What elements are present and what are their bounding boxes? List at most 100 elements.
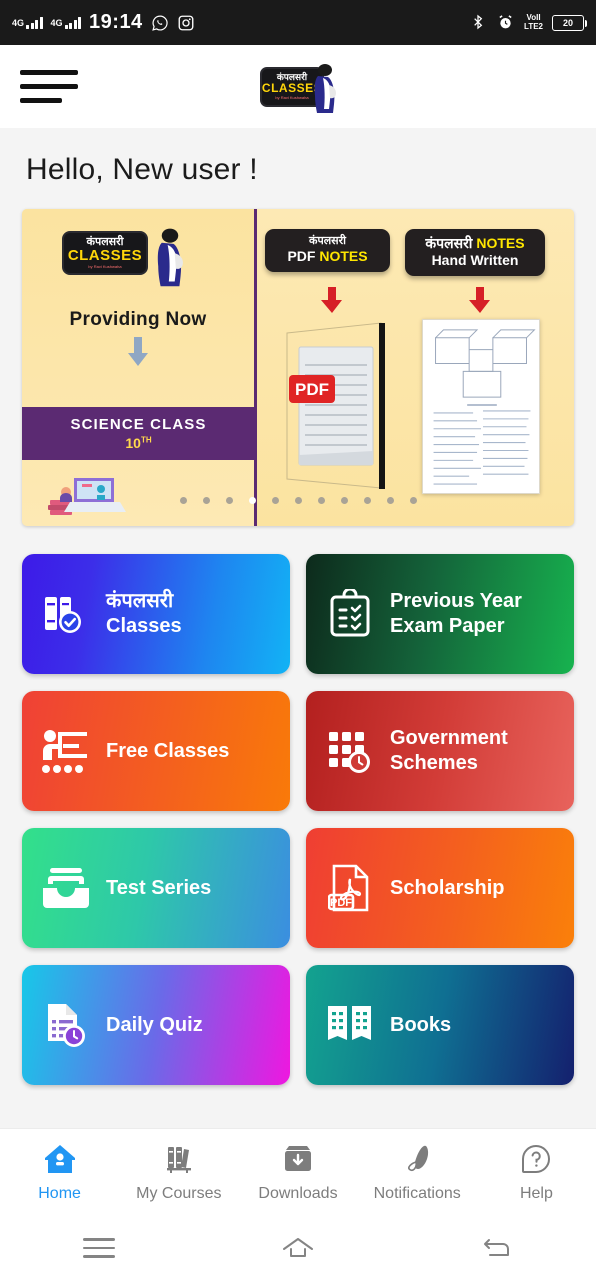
nav-label-help: Help [519,1185,553,1202]
carousel-dot[interactable] [271,497,279,504]
app-logo: कंपलसरी CLASSES by Ravi Kushwaha [252,59,344,115]
download-box-icon [281,1142,315,1181]
back-arrow-icon[interactable] [397,1235,596,1261]
carousel-dot[interactable] [202,497,210,504]
banner-logo-phone-shape: कंपलसरी CLASSES by Ravi Kushwaha [62,231,148,275]
calendar-clock-icon [324,727,376,775]
carousel-dot-active[interactable] [248,497,256,504]
handwritten-notes-image [422,319,540,494]
pdf-notes-badge: कंपलसरी PDF NOTES [265,229,390,272]
carousel-dot[interactable] [317,497,325,504]
hamburger-menu-icon[interactable] [20,70,78,103]
bookshelf-icon [162,1142,196,1181]
card-books[interactable]: Books [306,965,574,1085]
banner-slide-notes[interactable]: कंपलसरी PDF NOTES कंपलसरी NOTES Hand Wri… [257,209,574,526]
status-bar-clock: 19:14 [89,11,143,33]
banner-logo: कंपलसरी CLASSES by Ravi Kushwaha [62,228,184,289]
handwritten-badge-line1: कंपलसरी NOTES [425,235,525,251]
network-type-sim1: 4G [12,18,25,28]
card-label-daily-quiz: Daily Quiz [106,1013,203,1036]
app-header: कंपलसरी CLASSES by Ravi Kushwaha [0,45,596,128]
inbox-tray-icon [40,866,92,910]
signal-indicator-sim2: 4G [51,16,82,29]
card-label-test-series: Test Series [106,876,212,899]
banner-logo-english-text: CLASSES [67,247,143,264]
volte-indicator: VoII LTE2 [524,13,543,31]
banner-logo-person-illustration [157,228,183,287]
card-compulsory-classes[interactable]: कंपलसरी Classes [22,554,290,674]
banner-logo-tagline: by Ravi Kushwaha [88,264,122,269]
card-label-scholarship: Scholarship [390,876,505,899]
carousel-dot[interactable] [409,497,417,504]
banner-band-line1: SCIENCE CLASS [70,416,207,433]
carousel-dot[interactable] [225,497,233,504]
card-scholarship[interactable]: PDF Scholarship [306,828,574,948]
instagram-icon [177,14,195,32]
pdf-file-icon: PDF [324,863,376,913]
promo-banner-carousel[interactable]: कंपलसरी CLASSES by Ravi Kushwaha Providi… [22,209,574,526]
signal-indicator-sim1: 4G [12,16,43,29]
card-test-series[interactable]: Test Series [22,828,290,948]
nav-label-my-courses: My Courses [136,1185,222,1202]
nav-label-notifications: Notifications [373,1185,461,1202]
banner-slide-science-class[interactable]: कंपलसरी CLASSES by Ravi Kushwaha Providi… [22,209,255,526]
card-label-hindi: कंपलसरी [106,590,174,612]
handwritten-notes-badge: कंपलसरी NOTES Hand Written [405,229,545,276]
battery-indicator: 20 [552,14,587,31]
bell-icon [400,1142,434,1181]
question-mark-icon [519,1142,553,1181]
app-screen: 4G 4G 19:14 VoII LTE2 20 कंपलसरी CLASSES… [0,0,596,1280]
books-check-icon [40,589,92,639]
student-laptop-illustration [48,478,126,515]
logo-tagline: by Ravi Kushwaha [275,95,309,100]
nav-label-home: Home [38,1185,81,1202]
card-label-books: Books [390,1013,452,1036]
card-label-previous-year-exam-paper: Previous Year Exam Paper [390,590,522,637]
pdf-document-illustration: PDF [286,322,385,489]
nav-item-notifications[interactable]: Notifications [358,1142,477,1203]
nav-label-downloads: Downloads [258,1185,338,1202]
card-label-government-schemes: Government Schemes [390,727,508,774]
open-book-icon [324,1003,376,1047]
pdf-label: PDF [295,380,329,399]
presentation-teacher-icon [40,728,92,774]
carousel-dot[interactable] [179,497,187,504]
card-daily-quiz[interactable]: Daily Quiz [22,965,290,1085]
nav-item-help[interactable]: Help [477,1142,596,1203]
nav-item-home[interactable]: Home [0,1142,119,1203]
bottom-navigation-bar: Home My Courses Downloads Notifications … [0,1128,596,1216]
pdf-badge-line1: कंपलसरी [309,235,346,247]
home-outline-icon[interactable] [199,1235,398,1261]
red-down-arrow-icon-1 [321,287,342,313]
carousel-dot[interactable] [294,497,302,504]
banner-heading: Providing Now [69,309,207,330]
card-label-english: Classes [106,615,182,637]
alarm-clock-icon [497,14,515,32]
red-down-arrow-icon-2 [469,287,490,313]
pdf-badge-line2: PDF NOTES [287,248,368,264]
home-icon [43,1142,77,1181]
card-free-classes[interactable]: Free Classes [22,691,290,811]
carousel-dot[interactable] [340,497,348,504]
status-bar-right: VoII LTE2 20 [470,13,587,32]
feature-card-grid: कंपलसरी Classes Previous Year Exam Paper [0,526,596,1128]
clipboard-checklist-icon [324,589,376,639]
nav-item-downloads[interactable]: Downloads [238,1142,357,1203]
banner-science-class-band: SCIENCE CLASS 10TH [22,407,255,460]
carousel-dot[interactable] [386,497,394,504]
signal-bars-sim2 [64,16,82,29]
carousel-dot[interactable] [363,497,371,504]
recents-icon[interactable] [0,1238,199,1258]
card-government-schemes[interactable]: Government Schemes [306,691,574,811]
down-arrow-icon [128,337,148,366]
status-bar: 4G 4G 19:14 VoII LTE2 20 [0,0,596,45]
whatsapp-icon [151,14,169,32]
system-navigation-bar [0,1216,596,1280]
network-type-sim2: 4G [50,18,63,28]
carousel-dots[interactable] [22,497,574,504]
status-bar-left: 4G 4G 19:14 [12,11,195,34]
nav-item-my-courses[interactable]: My Courses [119,1142,238,1203]
banner-carousel-wrapper: कंपलसरी CLASSES by Ravi Kushwaha Providi… [0,209,596,526]
svg-text:PDF: PDF [330,897,352,909]
card-previous-year-exam-paper[interactable]: Previous Year Exam Paper [306,554,574,674]
